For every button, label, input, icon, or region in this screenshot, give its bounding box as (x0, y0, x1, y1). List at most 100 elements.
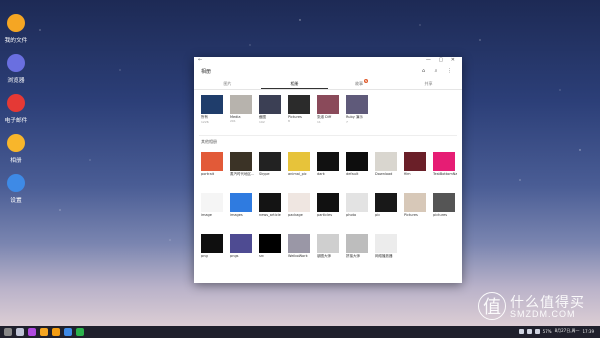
back-icon[interactable]: ← (198, 57, 202, 63)
taskbar-apps (4, 328, 84, 336)
album-card[interactable]: 张淑 Diff 11 (317, 95, 339, 124)
folder-thumbnail (288, 193, 310, 212)
folder-card[interactable]: png (201, 234, 223, 258)
app-title: 相册 (201, 69, 212, 75)
taskbar-app-icon[interactable] (40, 328, 48, 336)
folder-card[interactable]: 拼接大师 (346, 234, 368, 259)
folder-card[interactable]: particles (317, 193, 339, 217)
tab-bar: 图片 相册 故事 N 共享 (194, 79, 462, 90)
folder-card[interactable]: WeiboWork (288, 234, 310, 258)
folder-name: photo (346, 213, 357, 217)
album-card[interactable]: Media 201 (230, 95, 252, 123)
desktop-icon[interactable]: 浏览器 (3, 54, 29, 84)
system-tray: 57% 8月27日,周一 17:39 (518, 328, 594, 334)
folder-thumbnail (375, 193, 397, 212)
folder-card[interactable]: src (259, 234, 281, 258)
watermark-url: SMZDM.COM (510, 309, 576, 319)
settings-icon (7, 174, 25, 192)
divider (199, 135, 457, 136)
desktop-icon[interactable]: 相册 (3, 134, 29, 164)
folder-thumbnail (259, 193, 281, 212)
album-card[interactable]: 截图 192 (259, 95, 281, 124)
section-label: 其他相册 (201, 139, 217, 144)
folder-card[interactable]: Skype (259, 152, 281, 176)
folder-thumbnail (201, 152, 223, 171)
folder-card[interactable]: pic (375, 193, 397, 217)
folder-card[interactable]: Pictures (404, 193, 426, 217)
folder-name: TestBottomNav (433, 172, 457, 176)
folder-card[interactable]: animal_pic (288, 152, 310, 176)
desktop-icon[interactable]: 电子邮件 (3, 94, 29, 124)
folder-thumbnail (201, 234, 223, 253)
header-actions[interactable]: ⌂ ⌕ ⋮ (422, 68, 456, 74)
album-thumbnail (346, 95, 368, 114)
mail-icon (7, 94, 25, 112)
tray-icon[interactable] (534, 328, 540, 334)
folder-thumbnail (317, 234, 339, 253)
battery-status: 57% (542, 328, 552, 334)
tab[interactable]: 图片 (194, 79, 261, 89)
taskbar: 57% 8月27日,周一 17:39 (0, 326, 600, 338)
tab-label: 图片 (223, 81, 232, 86)
folder-name: Download (375, 172, 393, 176)
album-count: 201 (230, 119, 236, 123)
taskbar-app-icon[interactable] (4, 328, 12, 336)
album-thumbnail (201, 95, 223, 114)
desktop-icon[interactable]: 我的文件 (3, 14, 29, 44)
tab[interactable]: 相册 (261, 79, 328, 89)
folder-card[interactable]: 朋圈大师 (317, 234, 339, 259)
taskbar-app-icon[interactable] (28, 328, 36, 336)
folder-thumbnail (288, 152, 310, 171)
folder-card[interactable]: 蒸汽时代地区... (230, 152, 254, 177)
gallery-window: ← — ▢ ✕ 相册 ⌂ ⌕ ⋮ 图片 相册 故事 N 共享 所有 1226 Media 20… (194, 57, 462, 283)
album-count: 11 (317, 120, 321, 124)
folder-name: animal_pic (288, 172, 307, 176)
folder-card[interactable]: image (201, 193, 223, 217)
tray-icon[interactable] (518, 328, 524, 334)
folder-icon (7, 14, 25, 32)
tab[interactable]: 共享 (395, 79, 462, 89)
album-thumbnail (317, 95, 339, 114)
taskbar-app-icon[interactable] (64, 328, 72, 336)
folder-card[interactable]: dark (317, 152, 339, 176)
folder-thumbnail (230, 193, 252, 212)
folder-thumbnail (404, 152, 426, 171)
window-controls[interactable]: — ▢ ✕ (426, 57, 458, 63)
album-thumbnail (288, 95, 310, 114)
folder-card[interactable]: images (230, 193, 252, 217)
folder-card[interactable]: Download (375, 152, 397, 176)
folder-card[interactable]: portrait (201, 152, 223, 176)
tab-label: 相册 (290, 81, 299, 86)
album-card[interactable]: 所有 1226 (201, 95, 223, 124)
watermark: 值 什么值得买 SMZDM.COM (478, 292, 596, 322)
taskbar-app-icon[interactable] (76, 328, 84, 336)
folder-card[interactable]: 网络播放器 (375, 234, 397, 259)
folder-card[interactable]: default (346, 152, 368, 176)
desktop-icon[interactable]: 设置 (3, 174, 29, 204)
taskbar-app-icon[interactable] (16, 328, 24, 336)
folder-card[interactable]: pictures (433, 193, 455, 217)
watermark-logo: 值 (478, 292, 506, 320)
album-card[interactable]: Ruby 演示 7 (346, 95, 368, 124)
folder-thumbnail (288, 234, 310, 253)
folder-card[interactable]: photo (346, 193, 368, 217)
folder-card[interactable]: TestBottomNav (433, 152, 457, 176)
album-thumbnail (259, 95, 281, 114)
tray-icon[interactable] (526, 328, 532, 334)
folder-name: pic (375, 213, 381, 217)
folder-name: src (259, 254, 265, 258)
album-card[interactable]: Pictures 8 (288, 95, 310, 123)
folder-card[interactable]: film (404, 152, 426, 176)
folder-thumbnail (317, 193, 339, 212)
folder-thumbnail (230, 152, 252, 171)
folder-card[interactable]: package (288, 193, 310, 217)
browser-icon (7, 54, 25, 72)
tab[interactable]: 故事 N (328, 79, 395, 89)
gallery-icon (7, 134, 25, 152)
folder-card[interactable]: pngs (230, 234, 252, 258)
folder-card[interactable]: news_article (259, 193, 281, 217)
app-header: 相册 ⌂ ⌕ ⋮ (194, 65, 462, 79)
title-bar: ← — ▢ ✕ (194, 57, 462, 65)
taskbar-app-icon[interactable] (52, 328, 60, 336)
folder-name: dark (317, 172, 325, 176)
